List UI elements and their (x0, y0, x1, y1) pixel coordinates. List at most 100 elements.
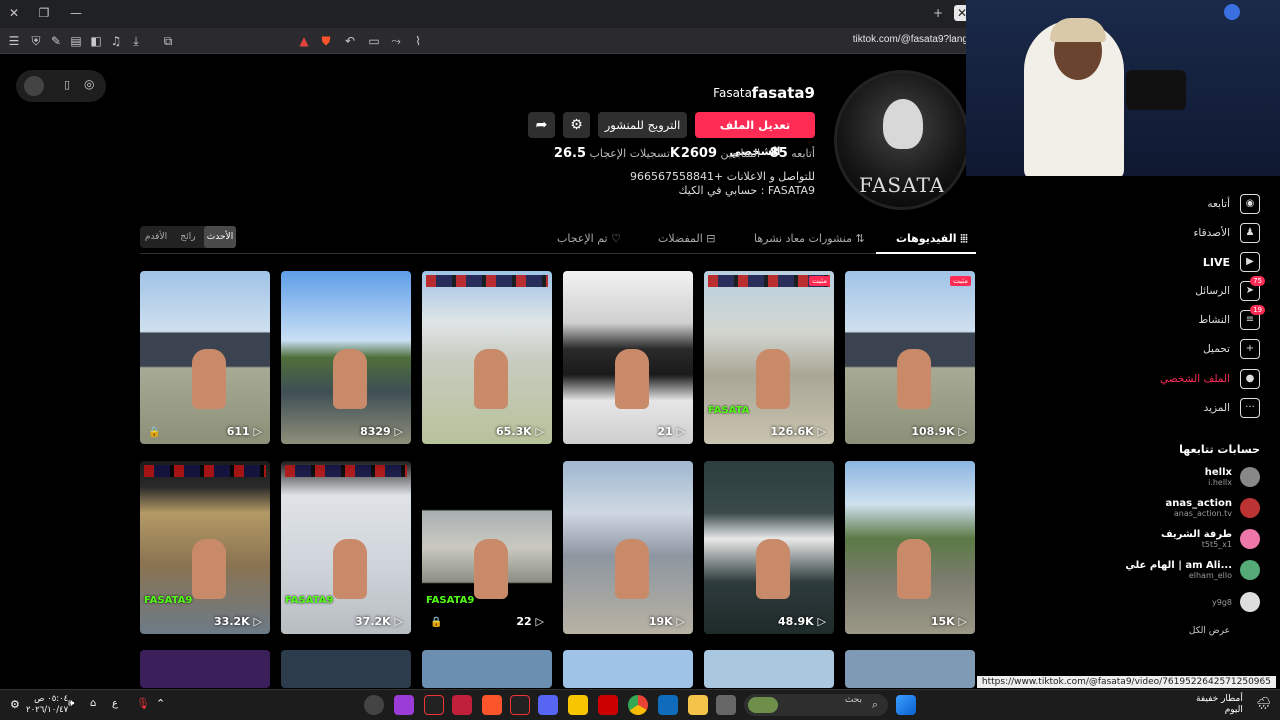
chrome-icon[interactable] (628, 695, 648, 715)
obs-icon[interactable] (364, 695, 384, 715)
video-thumb-partial[interactable] (845, 650, 975, 688)
app-video-icon[interactable] (424, 695, 444, 715)
sidebar-item[interactable]: المزيد ··· (1204, 397, 1260, 419)
sidebar-item[interactable]: النشاط ≡ 19 (1198, 305, 1265, 331)
windows-start-icon[interactable] (896, 695, 916, 715)
repost-icon: ⇅ (855, 232, 865, 245)
followed-account[interactable]: anas_action anas_action.tv (1166, 498, 1260, 518)
network-icon[interactable]: ⌂ (90, 698, 96, 709)
video-thumbnail[interactable]: 19K ▷ (563, 461, 693, 634)
sidebar-item[interactable]: LIVE ▶ (1203, 251, 1260, 273)
sidebar-icon[interactable]: ◧ (88, 33, 104, 49)
cast-icon[interactable]: ▭ (366, 33, 382, 49)
video-thumbnail[interactable]: FASATA9 37.2K ▷ (281, 461, 411, 634)
extension-icon[interactable]: ⌇ (410, 33, 426, 49)
shield-icon[interactable]: ⛨ (28, 33, 44, 49)
video-thumbnail[interactable]: 15K ▷ (845, 461, 975, 634)
video-thumb-partial[interactable] (281, 650, 411, 688)
video-thumb-partial[interactable] (704, 650, 834, 688)
outlook-icon[interactable] (658, 695, 678, 715)
app-yellow-icon[interactable] (568, 695, 588, 715)
play-icon: ▷ (958, 425, 967, 438)
discord-icon[interactable] (538, 695, 558, 715)
restore-window-icon[interactable]: ❐ (36, 5, 52, 21)
weather-widget[interactable]: أمطار خفيفة اليوم (1196, 694, 1243, 716)
tab-videos[interactable]: الفيديوهات ⦙⦙⦙ (896, 232, 968, 246)
edit-profile-button[interactable]: تعديل الملف الشخصي (695, 112, 815, 158)
close-window-icon[interactable]: ✕ (6, 5, 22, 21)
pen-icon[interactable]: ✎ (48, 33, 64, 49)
undo-icon[interactable]: ↶ (342, 33, 358, 49)
followed-account[interactable]: الهام علي | am Ali... elham_ello (1125, 560, 1260, 580)
taskbar-search[interactable]: ⌕ (744, 694, 888, 716)
app-video-2-icon[interactable] (510, 695, 530, 715)
game-hud (426, 275, 548, 287)
following-stat[interactable]: أتابعه 85 (765, 146, 815, 161)
video-thumbnail[interactable]: مثبت 108.9K ▷ (845, 271, 975, 444)
menu-icon[interactable]: ☰ (6, 33, 22, 49)
tab-liked[interactable]: تم الإعجاب ♡ (557, 232, 621, 245)
task-view-icon[interactable] (716, 695, 736, 715)
account-handle: elham_ello (1188, 571, 1232, 580)
music-icon[interactable]: ♫ (108, 33, 124, 49)
followed-account[interactable]: y9g8 (1212, 592, 1260, 612)
share-button[interactable]: ➦ (528, 112, 555, 138)
phone-icon[interactable]: ▯ (64, 78, 70, 91)
video-thumbnail[interactable]: 48.9K ▷ (704, 461, 834, 634)
language-indicator[interactable]: ع (112, 698, 118, 709)
video-thumbnail[interactable]: مثبت FASATA 126.6K ▷ (704, 271, 834, 444)
video-thumbnail[interactable]: 8329 ▷ (281, 271, 411, 444)
tray-clock[interactable]: ٠٥:٠٤ ص ٢٠٢٦/١٠/٤٧ (26, 694, 68, 716)
volume-icon[interactable]: 🕪 (68, 698, 74, 709)
sidebar-item[interactable]: الملف الشخصي ● (1160, 368, 1260, 390)
webcam-microphone (1126, 70, 1186, 110)
gear-icon[interactable]: ⚙ (10, 698, 20, 711)
tabs-icon[interactable]: ▤ (68, 33, 84, 49)
compass-icon[interactable]: ◎ (84, 77, 94, 91)
address-bar[interactable]: tiktok.com/@fasata9?lang (853, 34, 968, 45)
minimize-window-icon[interactable]: — (68, 5, 84, 21)
settings-button[interactable]: ⚙ (563, 112, 590, 138)
followed-account[interactable]: طرفة الشريف t5t5_x1 (1161, 529, 1260, 549)
promote-post-button[interactable]: الترويج للمنشور (598, 112, 687, 138)
video-thumb-partial[interactable] (422, 650, 552, 688)
brave-icon[interactable] (482, 695, 502, 715)
sidebar-item[interactable]: أتابعه ◉ (1207, 193, 1260, 215)
brave-shield-icon[interactable]: ⛊ (318, 33, 334, 49)
video-thumb-partial[interactable] (563, 650, 693, 688)
sort-oldest[interactable]: الأقدم (140, 226, 172, 248)
sidebar-item[interactable]: تحميل + (1203, 338, 1260, 360)
app-red-icon[interactable] (598, 695, 618, 715)
app-purple-icon[interactable] (394, 695, 414, 715)
app-a-icon[interactable] (452, 695, 472, 715)
tab-reposts[interactable]: منشورات معاد نشرها ⇅ (754, 232, 865, 245)
video-thumbnail[interactable]: FASATA9 33.2K ▷ (140, 461, 270, 634)
view-count: 21 ▷ (657, 425, 685, 438)
sort-popular[interactable]: رائج (172, 226, 204, 248)
file-explorer-icon[interactable] (688, 695, 708, 715)
video-thumbnail[interactable]: 🔒 611 ▷ (140, 271, 270, 444)
followed-account[interactable]: hellx i.hellx (1205, 467, 1260, 487)
microphone-icon[interactable]: 🎙 (136, 697, 150, 710)
tab-videos-label: الفيديوهات (896, 232, 957, 245)
download-icon[interactable]: ⤓ (128, 33, 144, 49)
sidebar-item-label: النشاط (1198, 314, 1230, 326)
chevron-up-icon[interactable]: ⌃ (156, 697, 165, 710)
video-thumbnail[interactable]: 65.3K ▷ (422, 271, 552, 444)
screenshot-icon[interactable]: ⧉ (160, 33, 176, 49)
translate-icon[interactable]: ⤳ (388, 33, 404, 49)
grid-icon: ⦙⦙⦙ (960, 232, 968, 245)
sidebar-item[interactable]: الأصدقاء ♟ (1194, 222, 1260, 244)
video-thumb-partial[interactable] (140, 650, 270, 688)
video-thumbnail[interactable]: 21 ▷ (563, 271, 693, 444)
avatar-small[interactable] (24, 76, 44, 96)
followers-stat[interactable]: المتابعين 2609 (676, 146, 760, 161)
sort-latest[interactable]: الأحدث (204, 226, 236, 248)
see-all-link[interactable]: عرض الكل (1189, 626, 1230, 636)
brave-triangle-icon[interactable]: ▲ (296, 33, 312, 49)
new-tab-icon[interactable]: + (930, 5, 946, 21)
sidebar-item[interactable]: الرسائل ➤ 75 (1195, 276, 1265, 302)
tab-favorites[interactable]: المفضلات ⊟ (658, 232, 716, 245)
profile-avatar[interactable]: FASATA (834, 70, 970, 210)
video-thumbnail[interactable]: FASATA9 🔒 22 ▷ (422, 461, 552, 634)
